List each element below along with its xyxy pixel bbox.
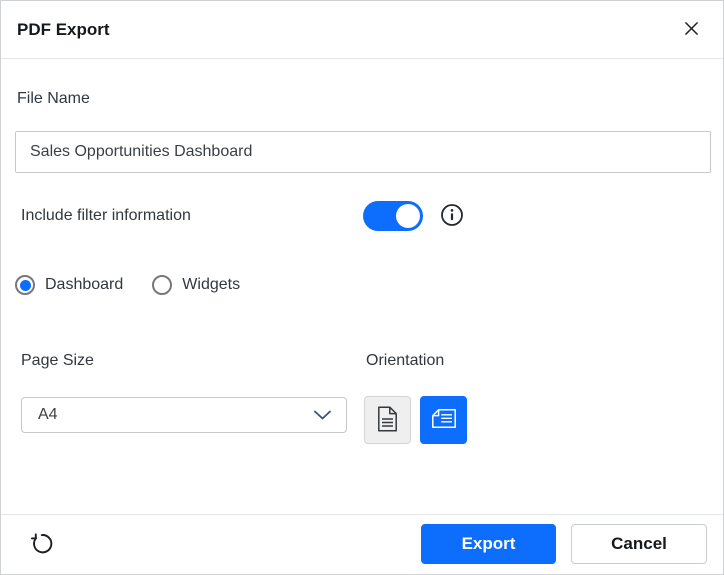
filter-toggle-row: Include filter information [21,201,707,231]
close-button[interactable] [679,18,703,42]
reset-button[interactable] [26,530,56,560]
dialog-header: PDF Export [1,1,723,59]
dialog-title: PDF Export [17,19,110,39]
page-size-value: A4 [38,406,58,423]
radio-icon-widgets [152,275,173,295]
radio-label-dashboard: Dashboard [45,276,124,293]
orientation-button-group [364,396,467,444]
export-target-options: Dashboard Widgets [15,274,240,296]
info-icon [440,203,464,230]
orientation-label: Orientation [366,352,445,369]
file-name-input[interactable] [15,131,711,173]
export-button[interactable]: Export [421,524,556,564]
pdf-export-dialog: PDF Export File Name Include filter info… [0,0,724,575]
cancel-button[interactable]: Cancel [571,524,707,564]
page-size-dropdown[interactable]: A4 [21,397,347,433]
radio-label-widgets: Widgets [182,276,241,293]
filter-toggle-label: Include filter information [21,207,191,224]
dialog-footer: Export Cancel [1,514,723,574]
filter-info-button[interactable] [440,203,464,230]
filter-toggle-switch[interactable] [363,201,423,231]
chevron-down-icon [313,409,332,421]
file-name-label: File Name [17,90,90,107]
page-size-label: Page Size [21,352,94,369]
orientation-portrait-button[interactable] [364,396,411,444]
radio-option-dashboard[interactable]: Dashboard [15,275,123,295]
radio-option-widgets[interactable]: Widgets [152,275,240,295]
reset-icon [28,530,55,560]
toggle-knob [396,204,420,228]
landscape-page-icon [431,408,457,432]
radio-icon-dashboard [15,275,35,295]
orientation-landscape-button[interactable] [420,396,467,444]
portrait-page-icon [377,405,398,435]
close-icon [684,21,699,39]
